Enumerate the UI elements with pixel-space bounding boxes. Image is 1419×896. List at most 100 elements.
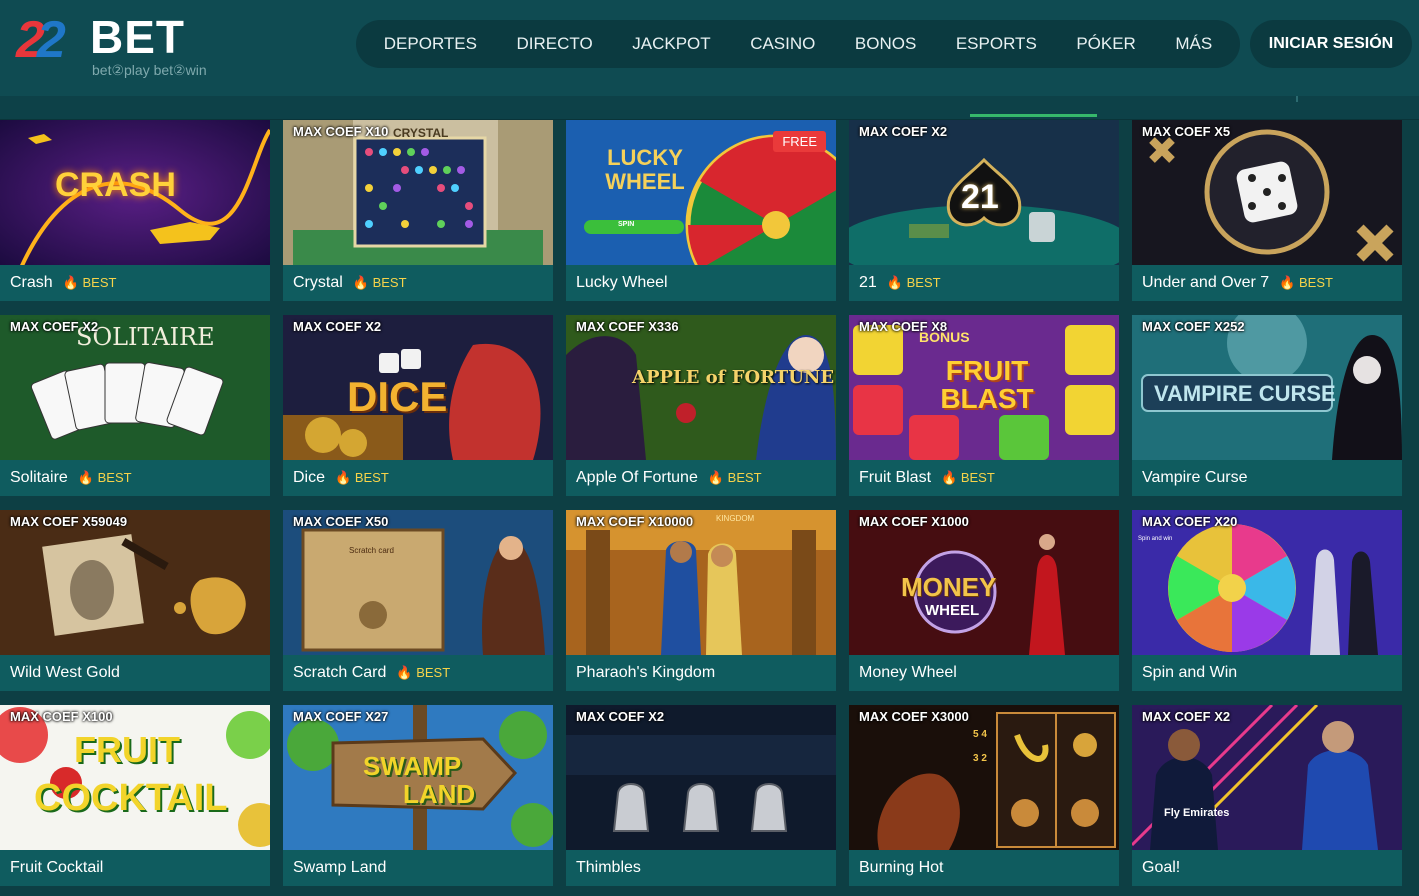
game-name: Pharaoh's Kingdom bbox=[576, 664, 716, 681]
nav-bonos[interactable]: BONOS bbox=[855, 34, 916, 54]
max-coef-label: MAX COEF X252 bbox=[1142, 319, 1245, 334]
flame-icon: 🔥 bbox=[62, 275, 79, 290]
game-name: Thimbles bbox=[576, 859, 641, 876]
game-card-dice[interactable]: DICE MAX COEF X2 Dice 🔥 BEST bbox=[283, 315, 553, 496]
game-info-bar: Lucky Wheel bbox=[566, 265, 836, 301]
game-thumbnail: Scratch card bbox=[283, 510, 553, 655]
nav-deportes[interactable]: DEPORTES bbox=[384, 34, 477, 54]
game-card-thimbles[interactable]: MAX COEF X2 Thimbles bbox=[566, 705, 836, 886]
best-badge: 🔥 BEST bbox=[1279, 275, 1333, 290]
max-coef-label: MAX COEF X100 bbox=[10, 709, 113, 724]
max-coef-label: MAX COEF X59049 bbox=[10, 514, 128, 529]
game-art-title: VAMPIRE CURSE bbox=[1154, 381, 1336, 406]
login-button[interactable]: INICIAR SESIÓN bbox=[1250, 20, 1412, 68]
sub-nav-bar bbox=[0, 96, 1419, 120]
main-nav: DEPORTES DIRECTO JACKPOT CASINO BONOS ES… bbox=[356, 20, 1240, 68]
game-info-bar: 21 🔥 BEST bbox=[849, 265, 1119, 301]
scratch-art-bg bbox=[283, 510, 553, 655]
logo-number: 22 bbox=[16, 11, 66, 69]
max-coef-label: MAX COEF X2 bbox=[576, 709, 665, 724]
nav-jackpot[interactable]: JACKPOT bbox=[632, 34, 710, 54]
game-card-crystal[interactable]: CRYSTAL MAX COEF X10 Crystal 🔥 BEST bbox=[283, 120, 553, 301]
game-art-title: 5 4 3 2 bbox=[973, 729, 987, 764]
game-card-solitaire[interactable]: SOLITAIRE MAX COEF X2 Solitaire 🔥 BEST bbox=[0, 315, 270, 496]
game-card-21[interactable]: 21 MAX COEF X2 21 🔥 BEST bbox=[849, 120, 1119, 301]
nav-poker[interactable]: PÓKER bbox=[1076, 34, 1136, 54]
game-thumbnail bbox=[0, 510, 270, 655]
game-info-bar: Money Wheel bbox=[849, 655, 1119, 691]
pharaoh-art-bg bbox=[566, 510, 836, 655]
game-art-title: Fly Emirates bbox=[1164, 807, 1230, 819]
game-name: Lucky Wheel bbox=[576, 274, 668, 291]
goal-art-bg bbox=[1132, 705, 1402, 850]
game-thumbnail: CRASH bbox=[0, 120, 270, 265]
game-card-vampire-curse[interactable]: VAMPIRE CURSE MAX COEF X252 Vampire Curs… bbox=[1132, 315, 1402, 496]
max-coef-label: MAX COEF X50 bbox=[293, 514, 389, 529]
active-tab-indicator bbox=[970, 114, 1097, 117]
game-card-swamp-land[interactable]: SWAMP LAND MAX COEF X27 Swamp Land bbox=[283, 705, 553, 886]
game-art-title: KINGDOM bbox=[716, 514, 755, 523]
game-card-wild-west-gold[interactable]: MAX COEF X59049 Wild West Gold bbox=[0, 510, 270, 691]
game-name: Fruit Cocktail bbox=[10, 859, 104, 876]
game-name: Swamp Land bbox=[293, 859, 387, 876]
game-art-title: CRASH bbox=[55, 166, 176, 204]
nav-casino[interactable]: CASINO bbox=[750, 34, 815, 54]
game-art-subtitle: COCKTAIL bbox=[34, 777, 228, 819]
game-thumbnail bbox=[1132, 120, 1402, 265]
game-info-bar: Fruit Cocktail bbox=[0, 850, 270, 886]
flame-icon: 🔥 bbox=[335, 470, 352, 485]
game-art-title: FRUIT BLAST bbox=[940, 355, 1034, 414]
best-badge: 🔥 BEST bbox=[941, 470, 995, 485]
spin-button-art: SPIN bbox=[618, 221, 635, 228]
game-info-bar: Goal! bbox=[1132, 850, 1402, 886]
max-coef-label: MAX COEF X10000 bbox=[576, 514, 694, 529]
flame-icon: 🔥 bbox=[352, 275, 369, 290]
game-thumbnail: SWAMP LAND bbox=[283, 705, 553, 850]
best-badge: 🔥 BEST bbox=[707, 470, 762, 485]
nav-directo[interactable]: DIRECTO bbox=[517, 34, 593, 54]
game-card-burning-hot[interactable]: 5 4 3 2 MAX COEF X3000 Burning Hot bbox=[849, 705, 1119, 886]
game-art-title: 21 bbox=[961, 178, 999, 216]
game-card-pharaohs-kingdom[interactable]: KINGDOM MAX COEF X10000 Pharaoh's Kingdo… bbox=[566, 510, 836, 691]
game-name: Burning Hot bbox=[859, 859, 944, 876]
game-info-bar: Under and Over 7 🔥 BEST bbox=[1132, 265, 1402, 301]
game-name: Apple Of Fortune bbox=[576, 469, 698, 486]
flame-icon: 🔥 bbox=[396, 665, 413, 680]
game-info-bar: Crash 🔥 BEST bbox=[0, 265, 270, 301]
game-card-lucky-wheel[interactable]: LUCKY WHEEL SPIN FREE Lucky Wheel bbox=[566, 120, 836, 301]
game-info-bar: Wild West Gold bbox=[0, 655, 270, 691]
nav-esports[interactable]: ESPORTS bbox=[956, 34, 1037, 54]
game-info-bar: Thimbles bbox=[566, 850, 836, 886]
games-grid: CRASH Crash 🔥 BEST CRYSTAL MAX COEF X10 … bbox=[0, 120, 1419, 886]
game-name: Under and Over 7 bbox=[1142, 274, 1270, 291]
game-name: Crystal bbox=[293, 274, 343, 291]
max-coef-label: MAX COEF X2 bbox=[293, 319, 382, 334]
game-card-crash[interactable]: CRASH Crash 🔥 BEST bbox=[0, 120, 270, 301]
game-art-title: CRYSTAL bbox=[393, 126, 449, 140]
game-art-title: SWAMP bbox=[363, 751, 462, 781]
game-name: Spin and Win bbox=[1142, 664, 1238, 681]
game-info-bar: Scratch Card 🔥 BEST bbox=[283, 655, 553, 691]
game-card-fruit-cocktail[interactable]: FRUIT COCKTAIL MAX COEF X100 Fruit Cockt… bbox=[0, 705, 270, 886]
best-badge: 🔥 BEST bbox=[886, 275, 941, 290]
game-name: Solitaire bbox=[10, 469, 68, 486]
game-thumbnail: DICE bbox=[283, 315, 553, 460]
nav-mas[interactable]: MÁS bbox=[1175, 34, 1212, 54]
game-thumbnail: BONUS FRUIT BLAST bbox=[849, 315, 1119, 460]
game-name: Goal! bbox=[1142, 859, 1181, 876]
game-card-fruit-blast[interactable]: BONUS FRUIT BLAST MAX COEF X8 Fruit Blas… bbox=[849, 315, 1119, 496]
game-card-scratch-card[interactable]: Scratch card MAX COEF X50 Scratch Card 🔥… bbox=[283, 510, 553, 691]
game-card-under-over-7[interactable]: MAX COEF X5 Under and Over 7 🔥 BEST bbox=[1132, 120, 1402, 301]
game-thumbnail bbox=[566, 705, 836, 850]
game-art-title: Spin and win bbox=[1138, 536, 1173, 542]
game-card-money-wheel[interactable]: MONEY WHEEL MAX COEF X1000 Money Wheel bbox=[849, 510, 1119, 691]
game-card-apple-of-fortune[interactable]: APPLE of FORTUNE MAX COEF X336 Apple Of … bbox=[566, 315, 836, 496]
wild-west-art-bg bbox=[0, 510, 270, 655]
max-coef-label: MAX COEF X2 bbox=[859, 124, 948, 139]
brand-logo[interactable]: 22 BET bet②play bet②win bbox=[16, 8, 246, 88]
logo-tagline: bet②play bet②win bbox=[92, 62, 207, 78]
game-thumbnail: APPLE of FORTUNE bbox=[566, 315, 836, 460]
game-card-goal[interactable]: Fly Emirates MAX COEF X2 Goal! bbox=[1132, 705, 1402, 886]
game-name: Dice bbox=[293, 469, 326, 486]
game-card-spin-and-win[interactable]: Spin and win MAX COEF X20 Spin and Win bbox=[1132, 510, 1402, 691]
